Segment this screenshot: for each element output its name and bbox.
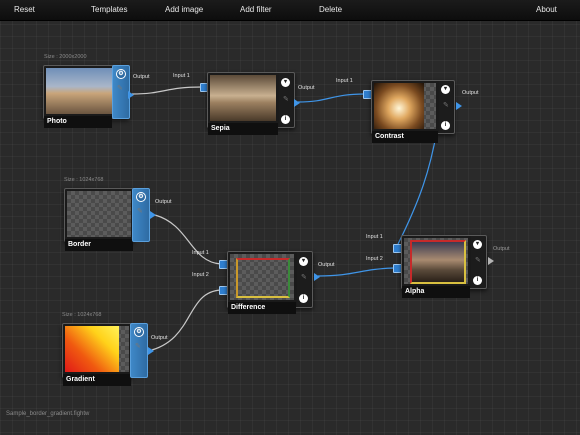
border-thumbnail (67, 191, 131, 237)
photo-size-label: Size : 2000x2000 (44, 54, 87, 60)
node-border[interactable]: Border (64, 188, 134, 251)
alpha-thumbnail (404, 238, 468, 284)
node-photo[interactable]: Photo ⚙ ✎ (43, 65, 134, 128)
alpha-output-label: Output (493, 246, 510, 252)
photo-label: Photo (44, 116, 112, 128)
pencil-icon[interactable]: ✎ (117, 85, 123, 92)
gradient-thumbnail (65, 326, 129, 372)
chevron-down-icon[interactable]: ▾ (473, 240, 482, 249)
gradient-output-port[interactable] (148, 347, 154, 355)
difference-output-label: Output (318, 262, 335, 268)
difference-control-panel: ▾ ✎ i (297, 252, 311, 307)
contrast-output-label: Output (462, 90, 479, 96)
info-icon[interactable]: i (281, 115, 290, 124)
gear-icon[interactable]: ⚙ (116, 69, 126, 79)
chevron-down-icon[interactable]: ▾ (299, 257, 308, 266)
contrast-output-port[interactable] (456, 102, 462, 110)
info-icon[interactable]: i (473, 276, 482, 285)
wire-gradient-difference (147, 289, 222, 352)
contrast-control-panel: ▾ ✎ i (439, 81, 453, 133)
sepia-input1-label: Input 1 (173, 73, 190, 79)
project-filename: Sample_border_gradient.fightw (6, 411, 90, 417)
gear-icon[interactable]: ⚙ (136, 192, 146, 202)
photo-thumbnail (46, 68, 112, 114)
gradient-source-panel: ⚙ ✎ (130, 323, 148, 378)
gear-icon[interactable]: ⚙ (134, 327, 144, 337)
pencil-icon[interactable]: ✎ (283, 96, 289, 103)
pencil-icon[interactable]: ✎ (137, 208, 143, 215)
alpha-input1-label: Input 1 (366, 234, 383, 240)
contrast-input1-label: Input 1 (336, 78, 353, 84)
wire-contrast-alpha (397, 129, 438, 245)
difference-label: Difference (228, 302, 296, 314)
contrast-thumbnail (374, 83, 436, 129)
photo-output-label: Output (133, 74, 150, 80)
gradient-label: Gradient (63, 374, 131, 386)
info-icon[interactable]: i (299, 294, 308, 303)
node-contrast[interactable]: Contrast ▾ ✎ i (371, 80, 462, 143)
node-sepia[interactable]: Sepia ▾ ✎ i (207, 72, 300, 135)
alpha-input2-label: Input 2 (366, 256, 383, 262)
node-alpha[interactable]: Alpha ▾ ✎ i (401, 235, 494, 298)
difference-input2-label: Input 2 (192, 272, 209, 278)
node-difference[interactable]: Difference ▾ ✎ i (227, 251, 320, 314)
wire-sepia-contrast (297, 93, 366, 103)
sepia-label: Sepia (208, 123, 278, 135)
sepia-thumbnail (210, 75, 276, 121)
node-gradient[interactable]: Gradient (62, 323, 132, 386)
gradient-size-label: Size : 1024x768 (62, 312, 102, 318)
alpha-control-panel: ▾ ✎ i (471, 236, 485, 288)
wire-photo-sepia (131, 86, 203, 95)
chevron-down-icon[interactable]: ▾ (441, 85, 450, 94)
gradient-output-label: Output (151, 335, 168, 341)
pencil-icon[interactable]: ✎ (135, 343, 141, 350)
contrast-label: Contrast (372, 131, 438, 143)
difference-thumbnail (230, 254, 294, 300)
alpha-output-port[interactable] (488, 257, 494, 265)
wire-difference-alpha (317, 267, 395, 277)
sepia-output-label: Output (298, 85, 315, 91)
border-label: Border (65, 239, 133, 251)
border-source-panel: ⚙ ✎ (132, 188, 150, 242)
difference-input1-label: Input 1 (192, 250, 209, 256)
pencil-icon[interactable]: ✎ (475, 257, 481, 264)
border-size-label: Size : 1024x768 (64, 177, 104, 183)
photo-output-port[interactable] (128, 91, 134, 99)
wire-border-difference (154, 214, 222, 265)
border-output-label: Output (155, 199, 172, 205)
difference-output-port[interactable] (314, 273, 320, 281)
pencil-icon[interactable]: ✎ (301, 274, 307, 281)
chevron-down-icon[interactable]: ▾ (281, 78, 290, 87)
border-output-port[interactable] (150, 211, 156, 219)
sepia-control-panel: ▾ ✎ i (279, 73, 293, 127)
sepia-output-port[interactable] (294, 99, 300, 107)
info-icon[interactable]: i (441, 121, 450, 130)
alpha-label: Alpha (402, 286, 470, 298)
pencil-icon[interactable]: ✎ (443, 102, 449, 109)
